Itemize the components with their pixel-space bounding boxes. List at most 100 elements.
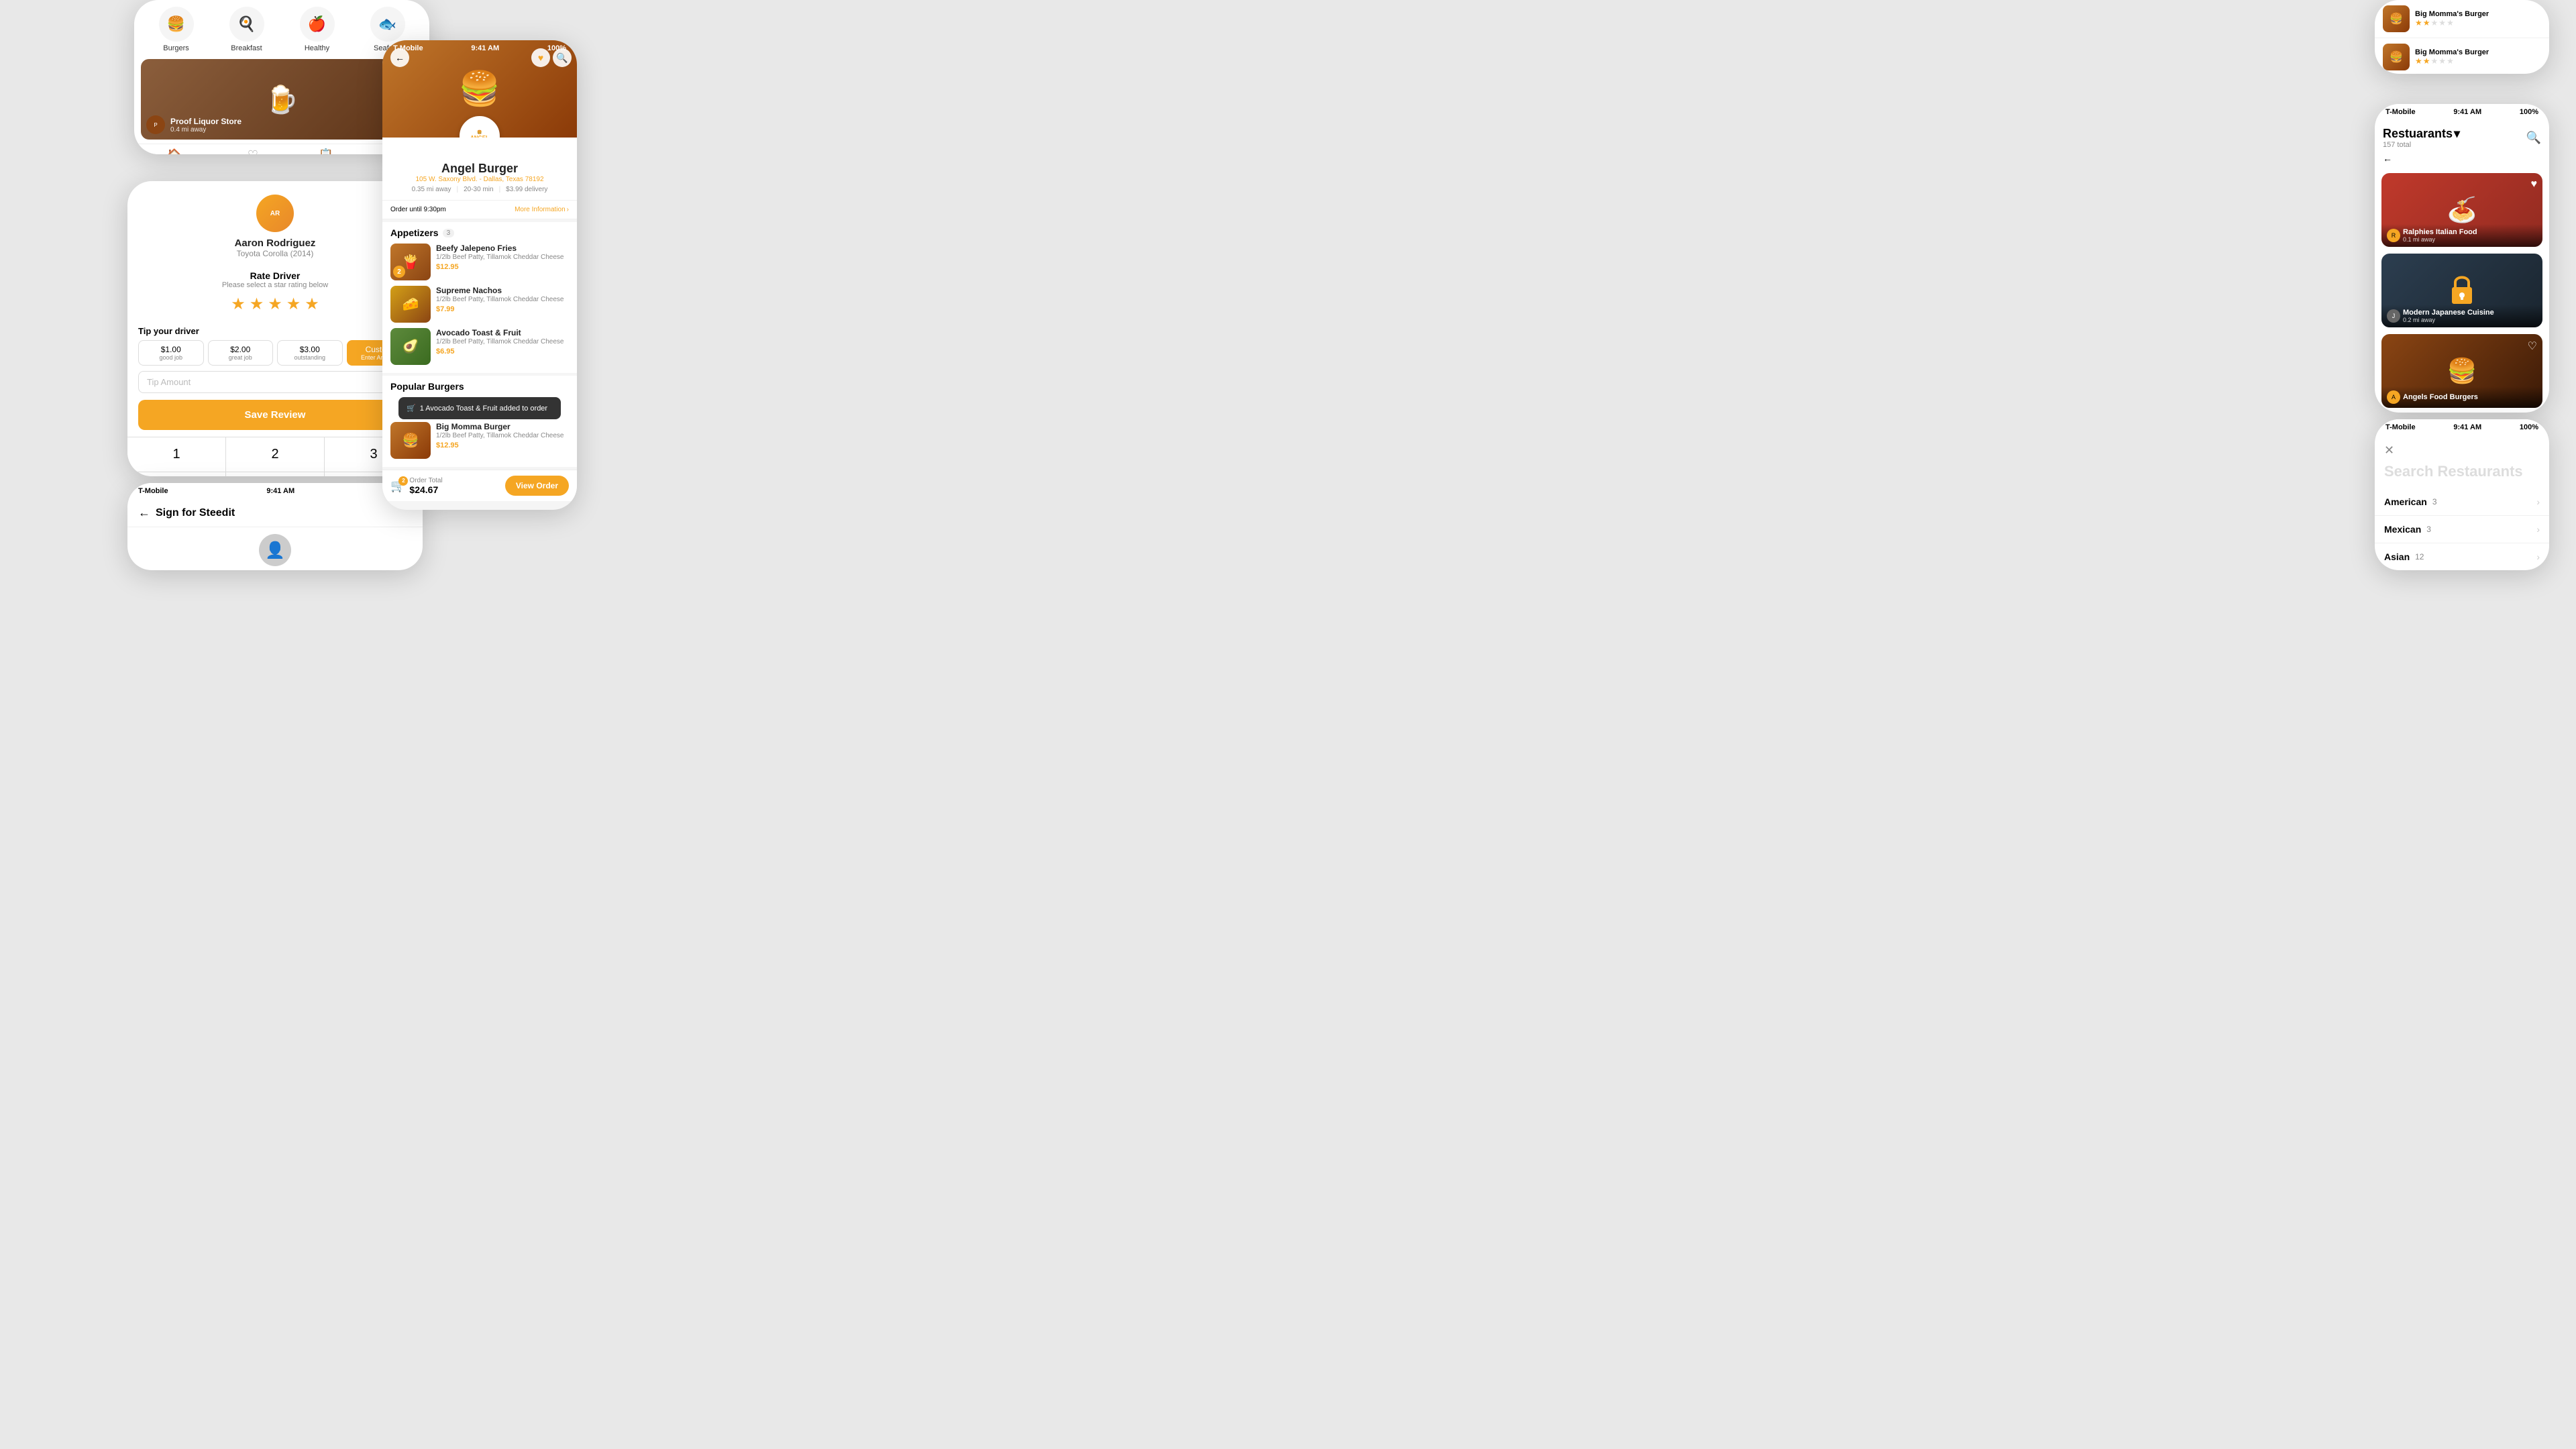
menu-item-big-momma[interactable]: 🍔 Big Momma Burger 1/2lb Beef Patty, Til…: [390, 422, 569, 459]
angel-burger-screen: T-Mobile 9:41 AM 100% 🍔 ← ♥ 🔍 🍔 ANGEL An…: [382, 40, 577, 510]
numpad-1[interactable]: 1: [127, 437, 226, 472]
numpad-row-2: 4 5 6: [127, 472, 423, 476]
japanese-card[interactable]: J Modern Japanese Cuisine 0.2 mi away: [2381, 254, 2542, 327]
menu-item-toast[interactable]: 🥑 Avocado Toast & Fruit 1/2lb Beef Patty…: [390, 328, 569, 365]
category-breakfast[interactable]: 🍳 Breakfast: [229, 7, 264, 52]
toast-info: Avocado Toast & Fruit 1/2lb Beef Patty, …: [436, 328, 569, 356]
nachos-desc: 1/2lb Beef Patty, Tillamok Cheddar Chees…: [436, 295, 569, 304]
restaurant-address: 105 W. Saxony Blvd. - Dallas, Texas 7819…: [390, 176, 569, 183]
nav-order-now[interactable]: 🏠 Order Now: [160, 148, 189, 154]
back-icon[interactable]: ←: [2383, 153, 2392, 164]
star-3[interactable]: ★: [268, 294, 282, 314]
notification-text: 1 Avocado Toast & Fruit added to order: [420, 405, 547, 413]
edit-photo-link[interactable]: Edit Photo: [256, 569, 293, 570]
asian-count: 12: [2415, 552, 2424, 561]
order-until: Order until 9:30pm More Information ›: [382, 200, 577, 219]
battery-screen6: 100%: [2520, 108, 2538, 116]
view-order-button[interactable]: View Order: [505, 476, 569, 496]
order-bar: 🛒 2 Order Total $24.67 View Order: [382, 470, 577, 501]
back-arrow-icon[interactable]: ←: [138, 506, 150, 520]
rate-subtitle: Please select a star rating below: [138, 281, 412, 289]
order-cart: 🛒 2 Order Total $24.67: [390, 477, 443, 495]
category-healthy-label: Healthy: [305, 44, 329, 52]
big-momma-info: Big Momma Burger 1/2lb Beef Patty, Tilla…: [436, 422, 569, 449]
restaurant-distance: 0.4 mi away: [170, 126, 241, 133]
rate-title: Rate Driver: [138, 270, 412, 281]
driver-header: AR Aaron Rodriguez Toyota Corolla (2014): [127, 181, 423, 265]
search-list: American 3 › Mexican 3 › Asian 12 ›: [2375, 488, 2549, 570]
category-burgers[interactable]: 🍔 Burgers: [159, 7, 194, 52]
star-1[interactable]: ★: [231, 294, 246, 314]
tip-amount-input[interactable]: Tip Amount: [138, 371, 412, 393]
tip-3-amount: $3.00: [280, 345, 339, 354]
order-now-icon: 🏠: [167, 148, 182, 154]
proof-liquor-card[interactable]: 🍺 ♥ P Proof Liquor Store 0.4 mi away: [141, 59, 423, 140]
asian-arrow-icon: ›: [2536, 551, 2540, 562]
tip-2-desc: great job: [211, 354, 270, 361]
star2-filled-2: ★: [2423, 56, 2430, 66]
stars-row[interactable]: ★ ★ ★ ★ ★: [138, 294, 412, 314]
driver-avatar: AR: [256, 195, 294, 232]
more-info-link[interactable]: More Information ›: [515, 206, 569, 213]
header-dropdown[interactable]: Restuarants ▾: [2383, 127, 2460, 141]
save-review-button[interactable]: Save Review: [138, 400, 412, 430]
menu-item-fries[interactable]: 🍟 2 Beefy Jalepeno Fries 1/2lb Beef Patt…: [390, 244, 569, 280]
carrier-screen4: T-Mobile: [393, 44, 423, 52]
seafood-icon: 🐟: [370, 7, 405, 42]
american-arrow-icon: ›: [2536, 496, 2540, 507]
numpad-2[interactable]: 2: [226, 437, 325, 472]
nav-orders[interactable]: 📋 Orders: [317, 148, 335, 154]
review-img-2: 🍔: [2383, 44, 2410, 70]
order-total-group: Order Total $24.67: [409, 477, 442, 495]
japanese-icon: J: [2387, 309, 2400, 323]
star-2[interactable]: ★: [250, 294, 264, 314]
category-healthy[interactable]: 🍎 Healthy: [300, 7, 335, 52]
restaurant-title: Angel Burger: [390, 162, 569, 176]
tip-2-dollar[interactable]: $2.00 great job: [208, 340, 274, 366]
breakfast-icon: 🍳: [229, 7, 264, 42]
tip-label: Tip your driver: [138, 326, 412, 336]
search-american[interactable]: American 3 ›: [2375, 488, 2549, 516]
star-filled-2: ★: [2423, 18, 2430, 28]
search-asian[interactable]: Asian 12 ›: [2375, 543, 2549, 570]
section-count-appetizers: 3: [443, 229, 455, 237]
ralphies-name: Ralphies Italian Food: [2403, 228, 2477, 236]
angels-heart[interactable]: ♡: [2528, 339, 2537, 353]
restaurant-meta: 0.35 mi away | 20-30 min | $3.99 deliver…: [390, 186, 569, 193]
review-item-1: 🍔 Big Momma's Burger ★ ★ ★ ★ ★: [2375, 0, 2549, 38]
category-burgers-label: Burgers: [163, 44, 189, 52]
star-5[interactable]: ★: [305, 294, 319, 314]
menu-item-nachos[interactable]: 🧀 Supreme Nachos 1/2lb Beef Patty, Tilla…: [390, 286, 569, 323]
nachos-name: Supreme Nachos: [436, 286, 569, 295]
driver-avatar-initials: AR: [270, 210, 280, 217]
big-momma-price: $12.95: [436, 441, 569, 449]
restaurant-distance: 0.35 mi away: [412, 186, 451, 193]
angels-burgers-card[interactable]: 🍔 ♡ A Angels Food Burgers: [2381, 334, 2542, 408]
toast-desc: 1/2lb Beef Patty, Tillamok Cheddar Chees…: [436, 337, 569, 346]
carrier-screen7: T-Mobile: [2385, 423, 2416, 431]
close-button[interactable]: ✕: [2384, 443, 2394, 458]
ralphies-heart[interactable]: ♥: [2531, 178, 2538, 191]
search-mexican[interactable]: Mexican 3 ›: [2375, 516, 2549, 543]
header-left: Restuarants ▾ 157 total: [2383, 127, 2460, 149]
tip-1-dollar[interactable]: $1.00 good job: [138, 340, 204, 366]
search-icon-header[interactable]: 🔍: [2526, 131, 2541, 145]
tip-3-dollar[interactable]: $3.00 outstanding: [277, 340, 343, 366]
nachos-image: 🧀: [390, 286, 431, 323]
menu-section-burgers: Popular Burgers 🛒 1 Avocado Toast & Frui…: [382, 376, 577, 467]
star2-filled-1: ★: [2415, 56, 2422, 66]
order-until-text: Order until 9:30pm: [390, 206, 446, 213]
category-breakfast-label: Breakfast: [231, 44, 262, 52]
toast-name: Avocado Toast & Fruit: [436, 328, 569, 337]
big-momma-desc: 1/2lb Beef Patty, Tillamok Cheddar Chees…: [436, 431, 569, 440]
numpad-4[interactable]: 4: [127, 472, 226, 476]
fries-name: Beefy Jalepeno Fries: [436, 244, 569, 253]
fries-desc: 1/2lb Beef Patty, Tillamok Cheddar Chees…: [436, 253, 569, 262]
section-title-burgers: Popular Burgers: [390, 381, 464, 392]
star-4[interactable]: ★: [286, 294, 301, 314]
ralphies-card[interactable]: 🍝 ♥ R Ralphies Italian Food 0.1 mi away: [2381, 173, 2542, 247]
star-empty-3: ★: [2431, 18, 2438, 28]
nav-favorites[interactable]: ♡ Favorites: [240, 148, 265, 154]
numpad-5[interactable]: 5: [226, 472, 325, 476]
mexican-label: Mexican: [2384, 524, 2421, 535]
